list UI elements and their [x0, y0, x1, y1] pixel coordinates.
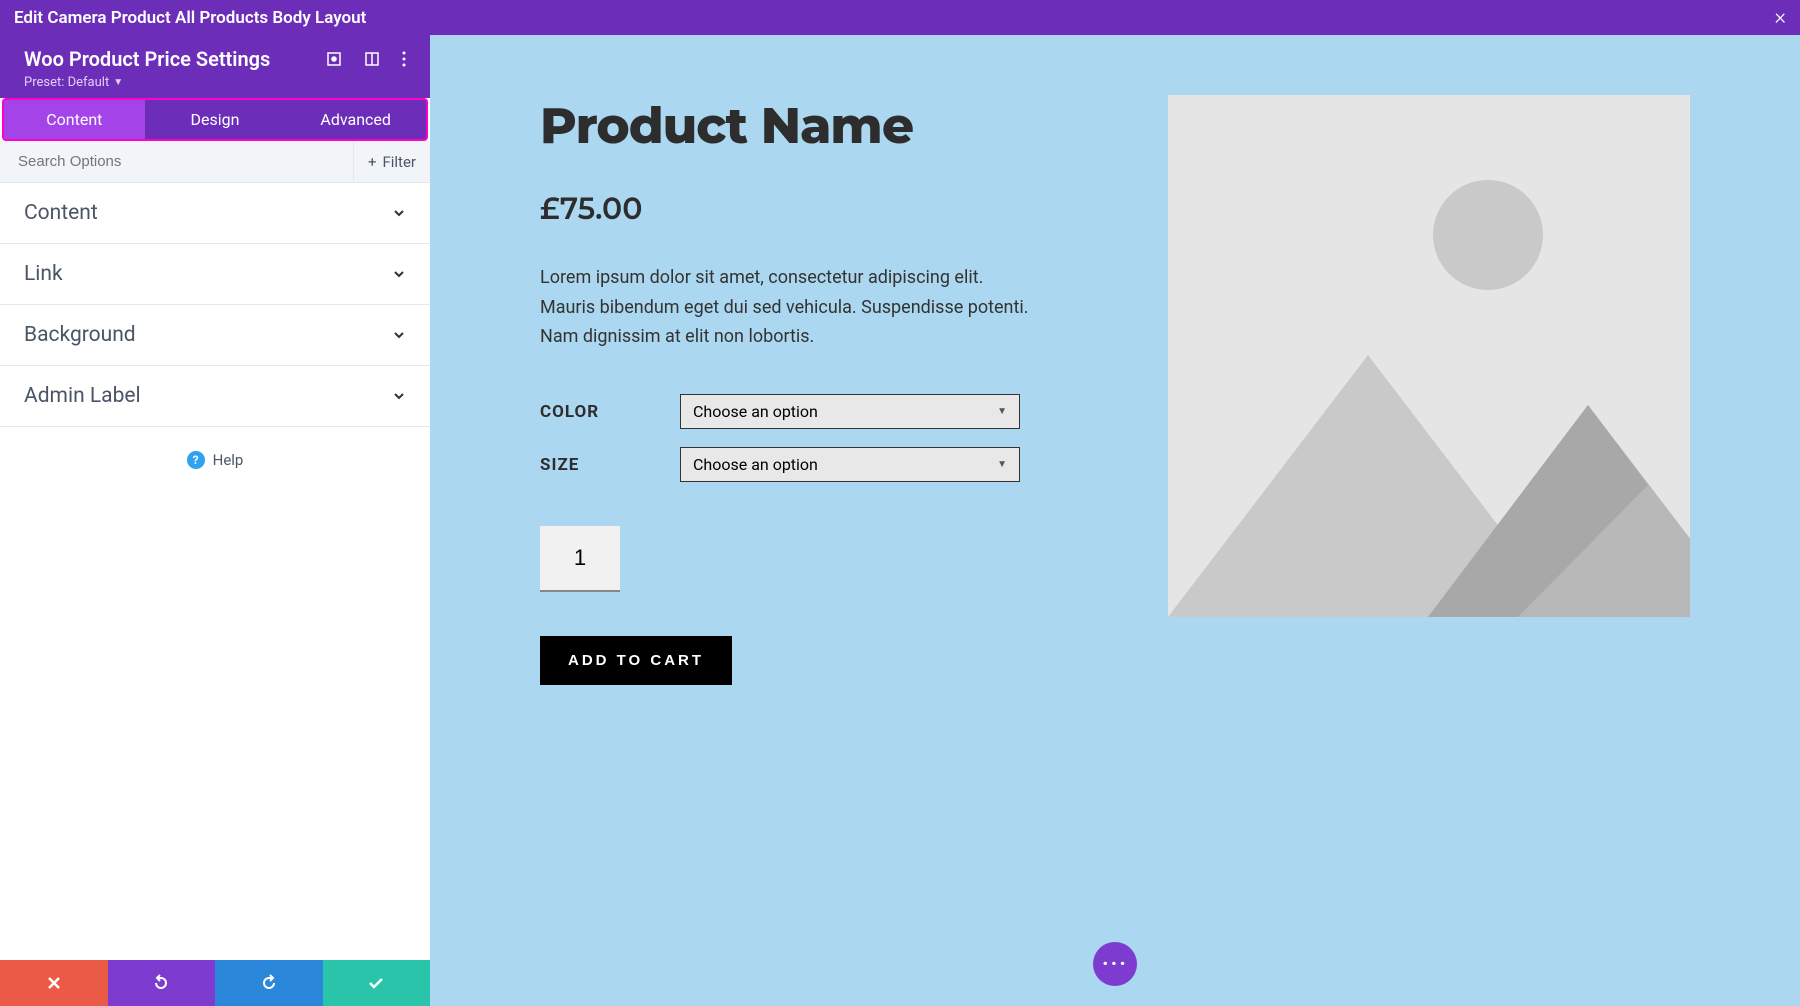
- preview-canvas: Product Name £75.00 Lorem ipsum dolor si…: [430, 35, 1800, 1006]
- size-label: SIZE: [540, 455, 680, 475]
- tab-advanced[interactable]: Advanced: [285, 100, 426, 139]
- responsive-icon[interactable]: [326, 51, 342, 67]
- save-button[interactable]: [323, 960, 431, 1006]
- filter-label: Filter: [382, 153, 416, 171]
- help-label: Help: [213, 451, 244, 469]
- accordion-content[interactable]: Content: [0, 183, 430, 243]
- product-description: Lorem ipsum dolor sit amet, consectetur …: [540, 263, 1030, 352]
- tab-design[interactable]: Design: [145, 100, 286, 139]
- undo-button[interactable]: [108, 960, 216, 1006]
- chevron-down-icon: ▼: [997, 459, 1007, 470]
- filter-button[interactable]: + Filter: [353, 141, 430, 182]
- help-link[interactable]: ? Help: [0, 427, 430, 493]
- chevron-down-icon: ▼: [113, 77, 123, 88]
- select-value: Choose an option: [693, 455, 818, 474]
- accordion-background[interactable]: Background: [0, 305, 430, 365]
- accordion-label: Background: [24, 323, 136, 347]
- quantity-input[interactable]: [540, 526, 620, 592]
- settings-title: Woo Product Price Settings: [24, 47, 270, 71]
- redo-button[interactable]: [215, 960, 323, 1006]
- color-label: COLOR: [540, 402, 680, 422]
- more-icon[interactable]: [402, 51, 406, 67]
- size-select[interactable]: Choose an option ▼: [680, 447, 1020, 482]
- chevron-down-icon: [392, 389, 406, 403]
- redo-icon: [260, 974, 278, 992]
- chevron-down-icon: [392, 328, 406, 342]
- help-icon: ?: [187, 451, 205, 469]
- preset-selector[interactable]: Preset: Default ▼: [24, 75, 406, 90]
- columns-icon[interactable]: [364, 51, 380, 67]
- product-image-placeholder: [1168, 95, 1690, 617]
- undo-icon: [152, 974, 170, 992]
- accordion-label: Link: [24, 262, 63, 286]
- chevron-down-icon: [392, 267, 406, 281]
- tab-content[interactable]: Content: [4, 100, 145, 139]
- select-value: Choose an option: [693, 402, 818, 421]
- accordion-admin-label[interactable]: Admin Label: [0, 366, 430, 426]
- add-to-cart-button[interactable]: ADD TO CART: [540, 636, 732, 685]
- preset-label: Preset: Default: [24, 75, 109, 90]
- check-icon: [367, 974, 385, 992]
- cancel-button[interactable]: [0, 960, 108, 1006]
- dots-icon: ···: [1102, 952, 1128, 977]
- product-price: £75.00: [540, 190, 1108, 227]
- chevron-down-icon: [392, 206, 406, 220]
- search-input[interactable]: [0, 141, 353, 182]
- fab-more-button[interactable]: ···: [1093, 942, 1137, 986]
- color-select[interactable]: Choose an option ▼: [680, 394, 1020, 429]
- product-title: Product Name: [540, 95, 1108, 156]
- close-icon: [46, 975, 62, 991]
- close-icon[interactable]: ×: [1774, 5, 1786, 30]
- page-title: Edit Camera Product All Products Body La…: [14, 8, 366, 28]
- accordion-link[interactable]: Link: [0, 244, 430, 304]
- plus-icon: +: [368, 153, 377, 171]
- settings-sidebar: Woo Product Price Settings Preset: Defau…: [0, 35, 430, 1006]
- accordion-label: Admin Label: [24, 384, 141, 408]
- accordion-label: Content: [24, 201, 98, 225]
- chevron-down-icon: ▼: [997, 406, 1007, 417]
